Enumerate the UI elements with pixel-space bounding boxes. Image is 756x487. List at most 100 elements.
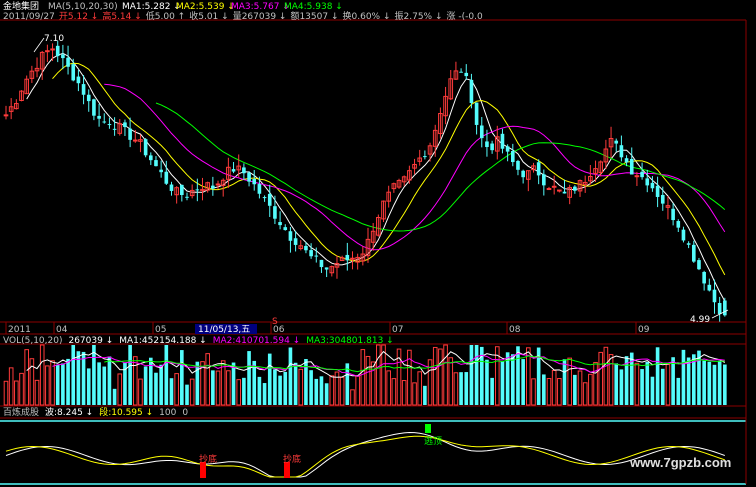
volume-bar-up <box>582 382 588 406</box>
quote-field: 开5.12 ↓ <box>59 11 98 22</box>
ma4-readout: MA4:5.938 ↓ <box>284 2 343 12</box>
candle-body-down <box>671 208 675 221</box>
volume-bar-down <box>573 374 577 405</box>
candle-body-down <box>102 121 107 123</box>
candle-body-down <box>143 139 148 156</box>
volume-bar-up <box>3 380 9 406</box>
volume-bar-down <box>712 364 717 405</box>
volume-bar-down <box>61 363 65 405</box>
volume-bar-up <box>551 369 557 406</box>
volume-bar-up <box>132 356 138 406</box>
volume-bar-down <box>660 368 665 405</box>
candle-body-up <box>557 189 562 192</box>
candle-body-down <box>195 189 200 191</box>
candle-body-down <box>164 171 169 184</box>
volume-bar-down <box>273 369 277 405</box>
volume-bar-up <box>365 355 371 406</box>
candle-body-down <box>423 156 427 158</box>
volume-bar-up <box>376 344 381 406</box>
quote-field: 低5.00 ↑ <box>146 10 185 22</box>
volume-bar-up <box>531 378 536 406</box>
candle-body-down <box>542 174 546 186</box>
candle-body-down <box>723 300 727 316</box>
volume-bar-down <box>288 347 293 405</box>
indicator-legend-item: 百炼成股 <box>3 406 39 418</box>
candle-body-down <box>71 64 76 81</box>
volume-bar-down <box>293 362 298 405</box>
indicator-legend-item: 0 <box>182 408 188 418</box>
volume-legend-item: 267039 ↓ <box>68 336 113 346</box>
quote-field: 高5.14 ↓ <box>102 10 141 22</box>
volume-bar-up <box>189 378 195 406</box>
candle-body-down <box>505 146 510 152</box>
candle-body-down <box>686 243 691 245</box>
volume-bar-down <box>619 369 624 405</box>
candle-body-down <box>717 303 722 314</box>
candle-body-down <box>112 128 117 130</box>
axis-tick-label: 2011 <box>8 325 31 335</box>
candle-body-down <box>681 229 686 241</box>
candle-body-down <box>76 76 81 84</box>
candle-body-down <box>459 71 463 73</box>
ma3-readout: MA3:5.767 ↓ <box>231 2 290 12</box>
volume-bar-down <box>107 356 112 405</box>
volume-bar-down <box>521 359 525 405</box>
volume-bar-down <box>324 383 329 405</box>
candle-body-down <box>345 254 350 261</box>
volume-bar-down <box>645 361 650 405</box>
indicator-legend-item: 波:8.245 ↓ <box>45 406 93 418</box>
volume-bar-down <box>640 369 644 405</box>
volume-bar-up <box>598 351 604 406</box>
volume-bar-down <box>464 372 469 405</box>
candle-body-up <box>132 139 138 142</box>
candle-body-down <box>702 271 706 284</box>
candle-body-down <box>278 222 282 226</box>
axis-tick-label: 04 <box>56 325 68 335</box>
volume-bar-down <box>485 359 489 405</box>
candle-body-up <box>45 50 50 53</box>
volume-bar-down <box>686 357 691 405</box>
candle-body-down <box>247 172 251 182</box>
volume-bar-down <box>459 372 463 405</box>
candle-body-down <box>309 250 313 257</box>
volume-bar-down <box>681 349 686 405</box>
indicator-lines <box>5 424 725 478</box>
volume-bar-up <box>39 344 45 406</box>
candle-body-down <box>185 196 189 198</box>
candle-body-down <box>500 133 505 149</box>
volume-bar-down <box>262 383 267 405</box>
volume-bar-down <box>469 345 474 405</box>
volume-bar-up <box>14 380 19 406</box>
candle-body-down <box>92 99 96 116</box>
candle-body-down <box>242 167 246 174</box>
volume-bar-up <box>634 362 640 406</box>
volume-legend-item: MA2:410701.594 ↓ <box>213 336 300 346</box>
volume-bar-down <box>542 374 546 405</box>
ma2-readout: MA2:5.539 ↓ <box>176 2 235 12</box>
volume-bar-down <box>629 352 634 405</box>
candle-body-down <box>128 128 132 140</box>
volume-bar-up <box>438 348 443 406</box>
candle-body-down <box>562 191 567 194</box>
volume-bar-up <box>236 379 242 406</box>
date-axis: 2011 04 05 06 07 08 09 <box>5 322 650 335</box>
volume-bar-up <box>45 365 50 406</box>
indicator-legend: 百炼成股 波:8.245 ↓ 段:10.595 ↓ 100 0 <box>3 406 188 418</box>
volume-bar-up <box>432 346 438 406</box>
candle-body-down <box>707 284 712 291</box>
candle-body-down <box>97 115 101 119</box>
candle-body-down <box>314 255 319 257</box>
volume-bar-up <box>339 376 345 406</box>
candle-body-down <box>676 221 681 228</box>
candle-body-down <box>650 182 655 189</box>
candle-body-down <box>81 84 86 95</box>
moving-average-lines <box>26 52 726 302</box>
volume-legend-item: VOL(5,10,20) <box>3 336 62 346</box>
volume-bar-down <box>195 361 200 405</box>
volume-bar-down <box>650 376 655 405</box>
candle-body-down <box>324 267 329 270</box>
watermark: www.7gpzb.com <box>629 455 731 470</box>
candle-body-down <box>624 158 629 163</box>
candle-body-down <box>474 102 479 125</box>
candle-body-down <box>490 143 494 151</box>
